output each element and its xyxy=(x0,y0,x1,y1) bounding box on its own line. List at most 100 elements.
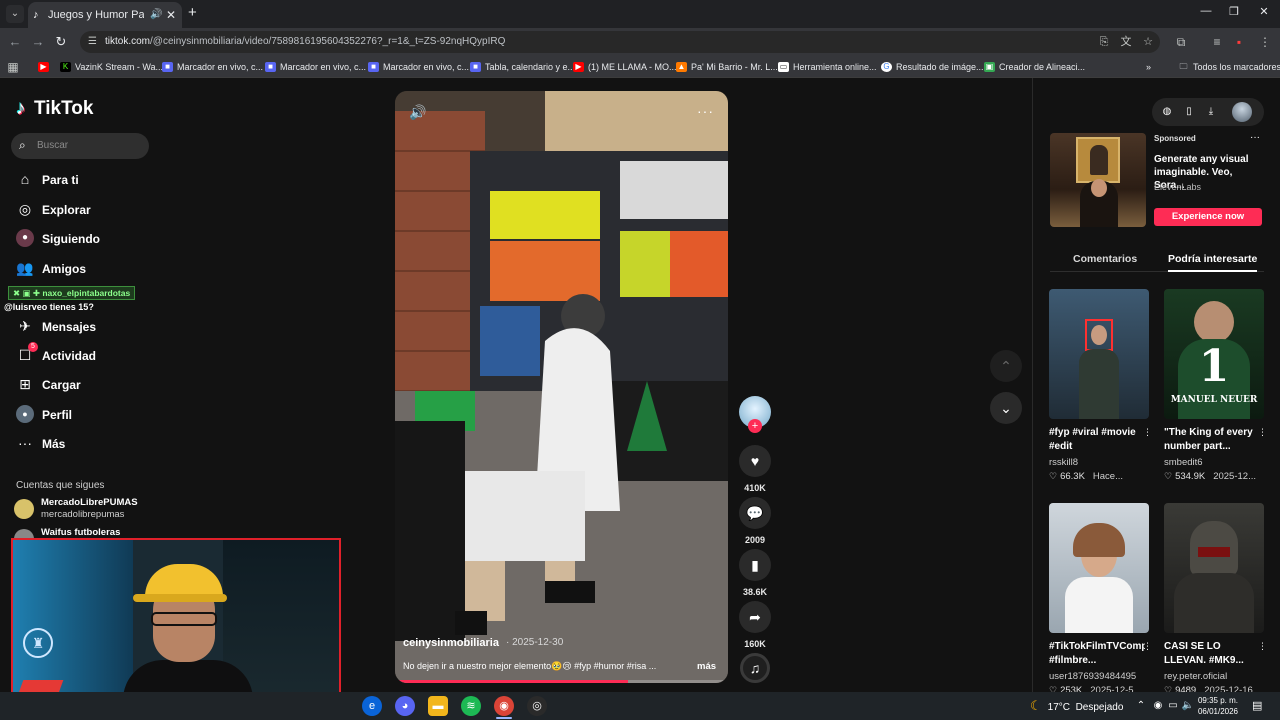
comment-button[interactable]: 💬 2009 xyxy=(739,497,771,545)
music-disc-icon[interactable]: ♫ xyxy=(740,653,770,683)
suggested-video-card[interactable]: 1 MANUEL NEUER "The King of every number… xyxy=(1164,289,1267,482)
search-placeholder: Buscar xyxy=(37,140,69,151)
sidebar-item-cargar[interactable]: ⊞ Cargar xyxy=(16,374,146,396)
video-more-icon[interactable]: ··· xyxy=(697,103,714,119)
like-button[interactable]: ♥ 410K xyxy=(739,445,771,493)
tiktok-logo[interactable]: ♪ TikTok xyxy=(16,98,93,122)
sidebar-item-actividad[interactable]: ☐ 5 Actividad xyxy=(16,342,146,367)
kick-icon: K xyxy=(60,62,71,72)
discord-icon[interactable]: ◕ xyxy=(395,696,415,716)
edge-icon[interactable]: e xyxy=(362,696,382,716)
ad-brand: ElevenLabs xyxy=(1154,182,1202,192)
tab-close-icon[interactable]: ✕ xyxy=(166,2,176,28)
card-options-icon[interactable]: ⋮ xyxy=(1258,641,1267,652)
tab-search-dropdown-icon[interactable]: ⌄ xyxy=(6,5,24,23)
tiktok-favicon-icon: ♪ xyxy=(33,9,39,21)
tab-audio-icon[interactable]: 🔊 xyxy=(150,2,162,28)
notifications-icon[interactable]: ▤ xyxy=(1252,699,1262,712)
apps-grid-icon[interactable]: ▦ xyxy=(4,58,22,76)
weather-widget[interactable]: ☾ 17°C Despejado xyxy=(1030,692,1123,720)
sidebar-item-para-ti[interactable]: ⌂ Para ti xyxy=(16,169,146,191)
bookmark-8[interactable]: ▭ Herramienta online... xyxy=(778,56,877,78)
card-options-icon[interactable]: ⋮ xyxy=(1143,641,1152,652)
address-bar[interactable]: ☰ tiktok.com/@ceinysinmobiliaria/video/7… xyxy=(80,31,1160,53)
bookmark-6[interactable]: ▶ (1) ME LLAMA - MO... xyxy=(573,56,677,78)
bookmark-3[interactable]: ■ Marcador en vivo, c... xyxy=(265,56,366,78)
coins-icon[interactable]: ◍ xyxy=(1160,105,1174,119)
tray-record-icon[interactable]: ◉ xyxy=(1151,699,1165,713)
suggested-video-card[interactable]: #fyp #viral #movie #edit ⋮ rsskill8 ♡ 66.… xyxy=(1049,289,1152,482)
video-thumbnail xyxy=(1164,503,1264,633)
forward-arrow-icon[interactable]: → xyxy=(29,33,47,51)
share-button[interactable]: ➦ 160K xyxy=(739,601,771,649)
bookmark-5[interactable]: ■ Tabla, calendario y e... xyxy=(470,56,575,78)
user-avatar-icon[interactable] xyxy=(1232,102,1252,122)
page-icon: ▲ xyxy=(676,62,687,72)
following-account[interactable]: MercadoLibrePUMAS mercadolibrepumas xyxy=(14,497,154,521)
tray-volume-icon[interactable]: 🔈 xyxy=(1181,699,1195,713)
chrome-icon[interactable]: ◉ xyxy=(494,696,514,716)
tray-chevron-up-icon[interactable]: ⌃ xyxy=(1134,699,1148,713)
site-info-icon[interactable]: ☰ xyxy=(88,35,102,49)
previous-video-chevron-up-icon[interactable]: ⌃ xyxy=(990,350,1022,382)
sidebar-item-amigos[interactable]: 👥 Amigos xyxy=(16,258,146,280)
sidebar-item-explorar[interactable]: ◎ Explorar xyxy=(16,199,146,221)
obs-icon[interactable]: ◎ xyxy=(527,696,547,716)
sidebar-item-mas[interactable]: ··· Más xyxy=(16,433,146,455)
card-options-icon[interactable]: ⋮ xyxy=(1143,427,1152,438)
translate-icon[interactable]: 文 xyxy=(1118,34,1134,50)
window-close-icon[interactable]: ✕ xyxy=(1254,5,1274,18)
save-button[interactable]: ▮ 38.6K xyxy=(739,549,771,597)
video-progress-bar[interactable] xyxy=(395,680,728,683)
extensions-icon[interactable]: ⧉ xyxy=(1172,33,1190,51)
spotify-icon[interactable]: ≋ xyxy=(461,696,481,716)
new-tab-plus-icon[interactable]: + xyxy=(188,4,202,22)
video-author[interactable]: ceinysinmobiliaria xyxy=(403,637,499,649)
bookmark-7[interactable]: ▲ Pa' Mi Barrio - Mr. L... xyxy=(676,56,778,78)
bookmarks-overflow-icon[interactable]: » xyxy=(1146,56,1151,78)
tray-display-icon[interactable]: ▭ xyxy=(1166,699,1180,713)
card-overlay-name: MANUEL NEUER xyxy=(1170,395,1258,405)
stream-chat-message: @luisrveo tienes 15? xyxy=(4,302,94,312)
bookmark-4[interactable]: ■ Marcador en vivo, c... xyxy=(368,56,469,78)
sidebar-item-siguiendo[interactable]: ● Siguiendo xyxy=(16,228,146,250)
download-icon[interactable]: ⤓ xyxy=(1204,105,1218,119)
bookmark-2[interactable]: ■ Marcador en vivo, c... xyxy=(162,56,263,78)
bookmark-star-icon[interactable]: ☆ xyxy=(1140,34,1156,50)
bookmark-0[interactable]: ▶ xyxy=(38,56,53,78)
system-clock[interactable]: 09:35 p. m. 06/01/2026 xyxy=(1196,695,1240,717)
sidebar-item-perfil[interactable]: ● Perfil xyxy=(16,404,146,426)
install-app-icon[interactable]: ⎘ xyxy=(1096,34,1112,50)
media-controls-icon[interactable]: ≡ xyxy=(1208,33,1226,51)
back-arrow-icon[interactable]: ← xyxy=(6,33,24,51)
tab-title: Juegos y Humor Para Celebrar xyxy=(48,9,144,21)
video-player[interactable]: 🔊 ··· ceinysinmobiliaria · 2025-12-30 No… xyxy=(395,91,728,683)
card-options-icon[interactable]: ⋮ xyxy=(1258,427,1267,438)
search-input[interactable]: ⌕ Buscar xyxy=(11,133,149,159)
sidebar-item-mensajes[interactable]: ✈ Mensajes xyxy=(16,316,146,338)
window-restore-icon[interactable]: ❐ xyxy=(1224,5,1244,18)
bookmark-1[interactable]: K VazinK Stream - Wa... xyxy=(60,56,163,78)
address-url[interactable]: tiktok.com/@ceinysinmobiliaria/video/758… xyxy=(105,31,505,53)
window-minimize-icon[interactable]: — xyxy=(1196,5,1216,17)
next-video-chevron-down-icon[interactable]: ⌄ xyxy=(990,392,1022,424)
ad-options-icon[interactable]: ··· xyxy=(1250,132,1260,143)
suggested-video-card[interactable]: #TikTokFilmTVCompetition #filmbre... ⋮ u… xyxy=(1049,503,1152,696)
file-explorer-icon[interactable]: ▬ xyxy=(428,696,448,716)
reload-icon[interactable]: ↻ xyxy=(52,33,70,51)
extension-red-icon[interactable]: ▪ xyxy=(1230,33,1248,51)
all-bookmarks-folder[interactable]: 🗀 Todos los marcadores xyxy=(1178,56,1280,78)
tab-podria-interesarte[interactable]: Podría interesarte xyxy=(1168,250,1258,272)
bookmark-9[interactable]: G Resultado de imáge... xyxy=(881,56,984,78)
device-icon[interactable]: ▯ xyxy=(1182,105,1196,119)
volume-icon[interactable]: 🔊 xyxy=(409,104,426,121)
suggested-video-card[interactable]: CASI SE LO LLEVAN. #MK9... ⋮ rey.peter.o… xyxy=(1164,503,1267,696)
video-more-button[interactable]: más xyxy=(697,661,716,672)
follow-plus-icon[interactable]: + xyxy=(748,419,762,433)
tab-comentarios[interactable]: Comentarios xyxy=(1073,250,1137,268)
ad-thumbnail[interactable] xyxy=(1050,133,1146,227)
browser-tab-active[interactable]: ♪ Juegos y Humor Para Celebrar 🔊 ✕ xyxy=(28,2,182,28)
bookmark-10[interactable]: ▣ Creador de Alineaci... xyxy=(984,56,1085,78)
browser-menu-icon[interactable]: ⋮ xyxy=(1256,33,1274,51)
ad-cta-button[interactable]: Experience now xyxy=(1154,208,1262,226)
